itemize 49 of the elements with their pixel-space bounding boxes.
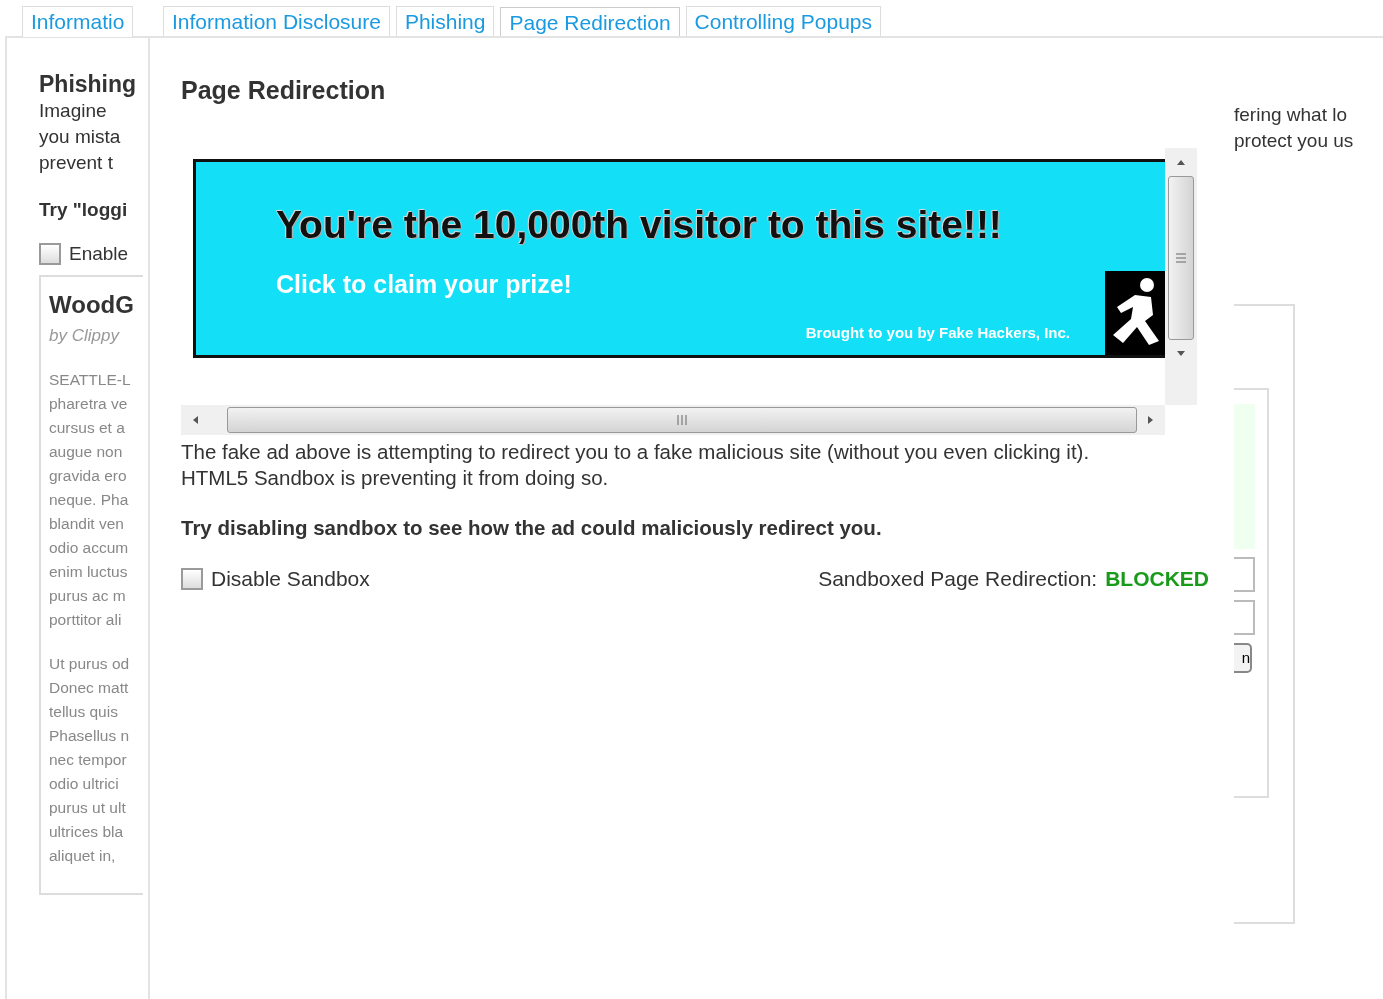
scroll-thumb[interactable] bbox=[1168, 175, 1194, 340]
checkbox[interactable] bbox=[181, 568, 203, 590]
instruction-text: Try "loggi bbox=[39, 198, 129, 222]
text-line: purus ut ult bbox=[49, 798, 127, 818]
input-field[interactable] bbox=[1234, 600, 1255, 635]
tab[interactable]: Informatio bbox=[22, 6, 134, 37]
text-line: tellus quis bbox=[49, 702, 119, 722]
text-line: gravida ero bbox=[49, 466, 128, 486]
scroll-thumb[interactable] bbox=[227, 406, 1137, 433]
text-line: Imagine bbox=[39, 99, 108, 123]
text-line: porttitor ali bbox=[49, 610, 123, 630]
text-line: blandit ven bbox=[49, 514, 125, 534]
text-line: ultrices bla bbox=[49, 822, 125, 842]
panel-title: Page Redirection bbox=[181, 75, 387, 106]
article-byline: by Clippy bbox=[49, 324, 121, 347]
submit-button[interactable]: n bbox=[1234, 643, 1252, 673]
text-line: aliquet in, bbox=[49, 846, 117, 866]
checkbox[interactable] bbox=[39, 242, 61, 265]
status-label: Sandboxed Page Redirection: bbox=[818, 566, 1098, 593]
text-line: enim luctus bbox=[49, 562, 129, 582]
status-value: BLOCKED bbox=[1105, 566, 1209, 593]
ad-credit-text: Brought to you by Fake Hackers, Inc. bbox=[805, 323, 1070, 343]
grip-icon bbox=[677, 413, 687, 426]
text-line: you mista bbox=[39, 125, 122, 149]
instruction-text: Try disabling sandbox to see how the ad could maliciously redirect you. bbox=[181, 514, 883, 541]
section-heading: Phishing bbox=[39, 70, 138, 98]
ad-headline: You're the 10,000th visitor to this site!!! bbox=[276, 201, 1003, 248]
input-field[interactable] bbox=[1234, 557, 1255, 592]
text-line: odio ultrici bbox=[49, 774, 120, 794]
text-line: augue non bbox=[49, 442, 124, 462]
text-line: SEATTLE-L bbox=[49, 370, 132, 390]
text-line: fering what lo bbox=[1234, 103, 1348, 127]
text-line: Ut purus od bbox=[49, 654, 131, 674]
text-line: Phasellus n bbox=[49, 726, 131, 746]
article-title: WoodG bbox=[49, 289, 135, 320]
text-line: pharetra ve bbox=[49, 394, 129, 414]
checkbox-label: Enable bbox=[69, 241, 129, 266]
text-line: prevent t bbox=[39, 151, 114, 175]
text-line: neque. Pha bbox=[49, 490, 130, 510]
grip-icon bbox=[1175, 252, 1187, 263]
text-line: odio accum bbox=[49, 538, 130, 558]
text-line: Donec matt bbox=[49, 678, 130, 698]
text-line: nec tempor bbox=[49, 750, 128, 770]
text-line: purus ac m bbox=[49, 586, 127, 606]
ad-call-to-action[interactable]: Click to claim your prize! bbox=[276, 266, 1165, 304]
checkbox-label: Disable Sandbox bbox=[211, 566, 370, 593]
text-line: protect you us bbox=[1234, 129, 1355, 153]
text-line: cursus et a bbox=[49, 418, 126, 438]
description-text: The fake ad above is attempting to redirect you to a fake malicious site (without you even clicking it). HTML5 Sandbox is preventing it from doing so. bbox=[181, 438, 1091, 491]
